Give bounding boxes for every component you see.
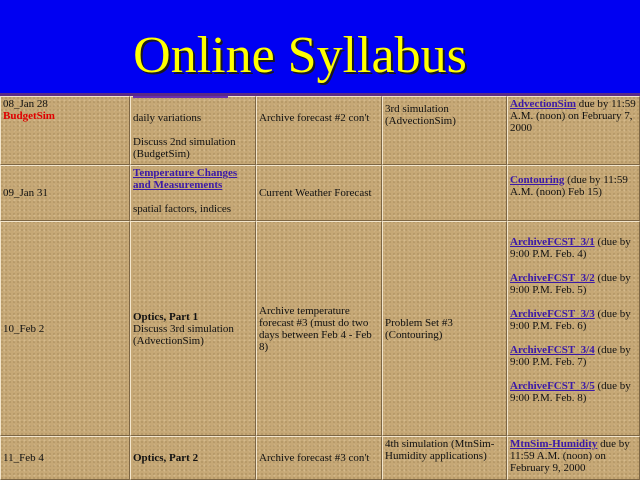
topic-cell: Temperature Changes and Measurements spa… [130, 165, 256, 221]
due-link[interactable]: AdvectionSim [510, 98, 576, 110]
topic-text: Discuss 3rd simulation (AdvectionSim) [133, 322, 234, 347]
topic-text: Discuss 2nd simulation (BudgetSim) [133, 136, 236, 160]
assignment-cell: Problem Set #3 (Contouring) [382, 221, 507, 436]
assignment-text: Problem Set #3 (Contouring) [385, 316, 453, 341]
assignment-cell [382, 165, 507, 221]
due-link[interactable]: ArchiveFCST_3/3 [510, 308, 595, 320]
header-bar: Online Syllabus [0, 0, 640, 96]
due-link[interactable]: ArchiveFCST_3/5 [510, 380, 595, 392]
table-row: 11_Feb 4 [0, 436, 130, 480]
due-link[interactable]: ArchiveFCST_3/2 [510, 272, 595, 284]
syllabus-table: 08_Jan 28 BudgetSim daily variations Dis… [0, 96, 640, 480]
topic-cell: Optics, Part 2 [130, 436, 256, 480]
page-title: Online Syllabus [133, 27, 467, 84]
forecast-text: Archive forecast #3 con't [259, 452, 370, 464]
due-link[interactable]: MtnSim-Humidity [510, 438, 597, 450]
forecast-text: Archive forecast #2 con't [259, 112, 370, 124]
class-date: 11_Feb 4 [3, 452, 44, 464]
forecast-cell: Archive temperature forecast #3 (must do… [256, 221, 382, 436]
topic-title: Optics, Part 1 [133, 310, 199, 323]
assignment-text: 3rd simulation (AdvectionSim) [385, 103, 456, 127]
topic-link[interactable]: Temperature Changes and Measurements [133, 167, 253, 191]
table-row: 08_Jan 28 BudgetSim [0, 96, 130, 165]
due-cell: Contouring (due by 11:59 A.M. (noon) Feb… [507, 165, 640, 221]
due-item: ArchiveFCST_3/1 (due by 9:00 P.M. Feb. 4… [510, 236, 637, 260]
table-row: 10_Feb 2 [0, 221, 130, 436]
due-cell: ArchiveFCST_3/1 (due by 9:00 P.M. Feb. 4… [507, 221, 640, 436]
forecast-text: Current Weather Forecast [259, 187, 372, 199]
topic-cell: daily variations Discuss 2nd simulation … [130, 96, 256, 165]
forecast-text: Archive temperature forecast #3 (must do… [259, 304, 372, 353]
header-accent [133, 96, 228, 98]
due-cell: AdvectionSim due by 11:59 A.M. (noon) on… [507, 96, 640, 165]
due-cell: MtnSim-Humidity due by 11:59 A.M. (noon)… [507, 436, 640, 480]
due-link[interactable]: ArchiveFCST_3/4 [510, 344, 595, 356]
topic-text: daily variations [133, 112, 202, 124]
class-topic-link[interactable]: BudgetSim [3, 110, 127, 122]
forecast-cell: Current Weather Forecast [256, 165, 382, 221]
class-date: 09_Jan 31 [3, 187, 48, 199]
due-item: ArchiveFCST_3/5 (due by 9:00 P.M. Feb. 8… [510, 380, 637, 404]
forecast-cell: Archive forecast #3 con't [256, 436, 382, 480]
forecast-cell: Archive forecast #2 con't [256, 96, 382, 165]
due-item: ArchiveFCST_3/4 (due by 9:00 P.M. Feb. 7… [510, 344, 637, 368]
due-link[interactable]: Contouring [510, 174, 564, 186]
assignment-cell: 3rd simulation (AdvectionSim) [382, 96, 507, 165]
topic-title: Optics, Part 2 [133, 452, 199, 464]
assignment-cell: 4th simulation (MtnSim-Humidity applicat… [382, 436, 507, 480]
topic-cell: Optics, Part 1 Discuss 3rd simulation (A… [130, 221, 256, 436]
table-row: 09_Jan 31 [0, 165, 130, 221]
due-item: ArchiveFCST_3/3 (due by 9:00 P.M. Feb. 6… [510, 308, 637, 332]
topic-text: spatial factors, indices [133, 203, 232, 215]
class-date: 10_Feb 2 [3, 322, 45, 335]
due-item: ArchiveFCST_3/2 (due by 9:00 P.M. Feb. 5… [510, 272, 637, 296]
assignment-text: 4th simulation (MtnSim-Humidity applicat… [385, 438, 495, 462]
class-date: 08_Jan 28 [3, 98, 48, 110]
due-link[interactable]: ArchiveFCST_3/1 [510, 236, 595, 248]
